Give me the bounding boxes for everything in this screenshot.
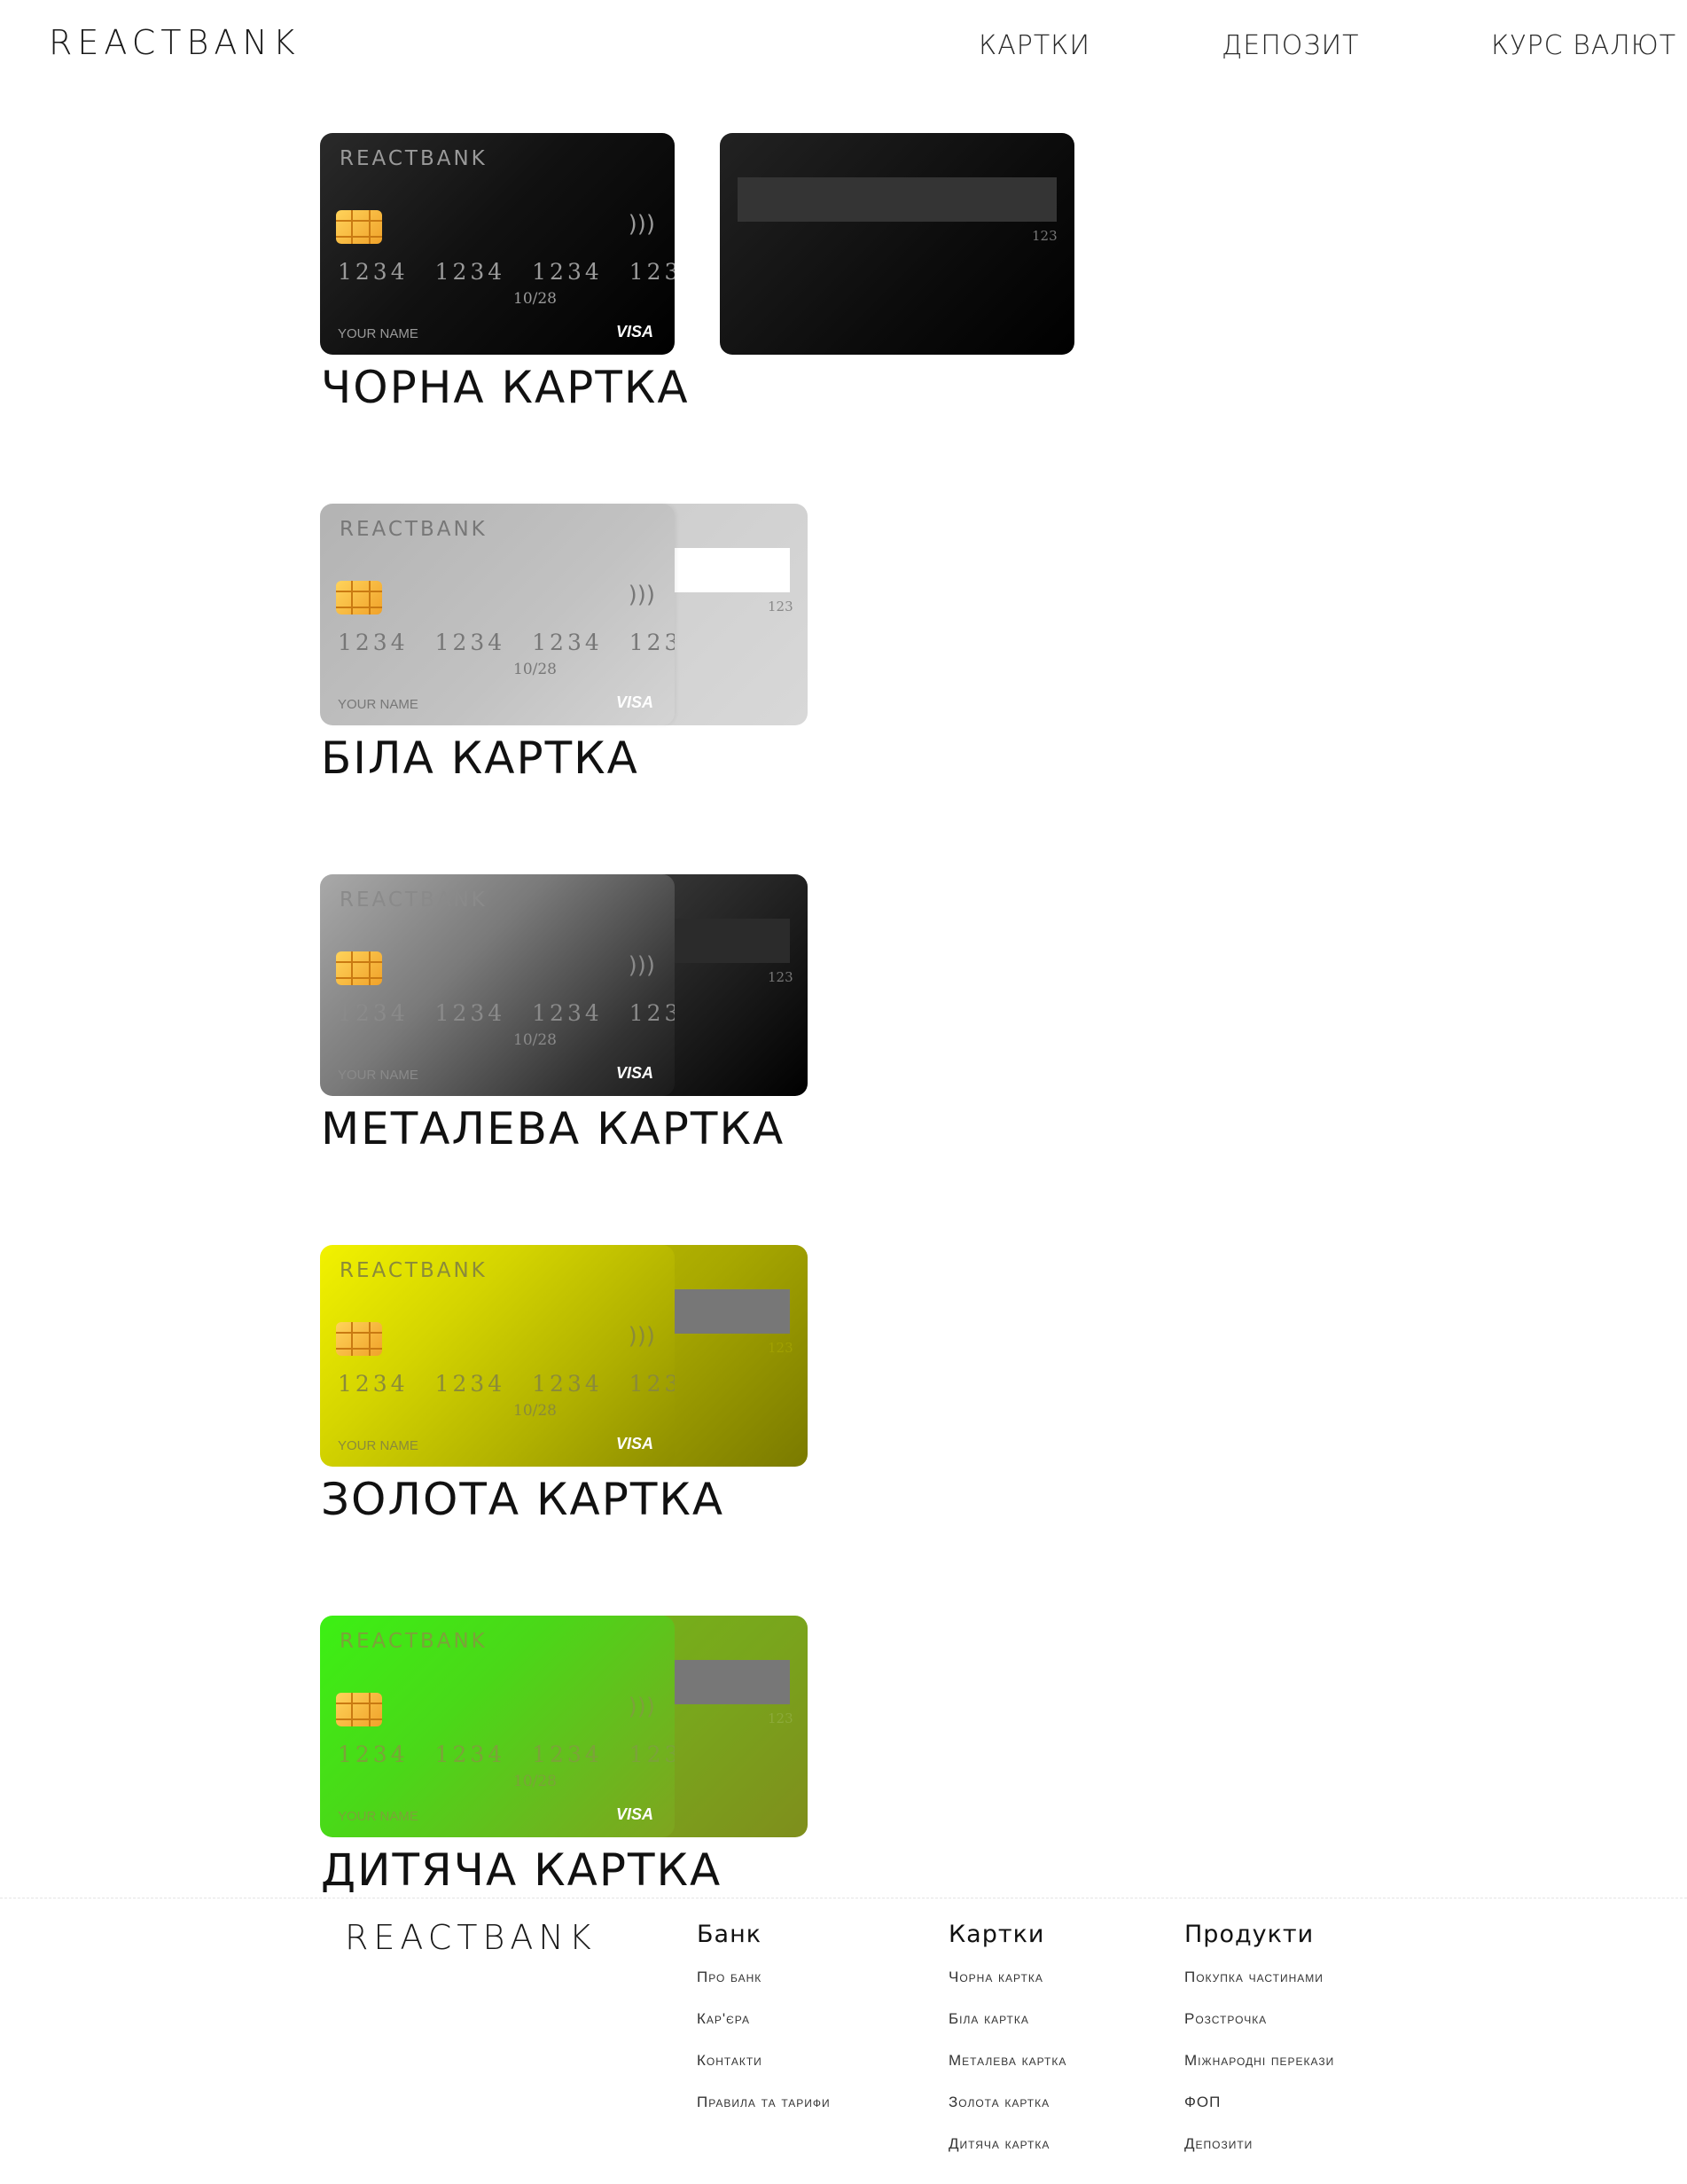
footer-link-installments[interactable]: Покупка частинами	[1184, 1966, 1334, 2008]
contactless-icon: )))	[628, 1694, 655, 1720]
card-title: ДИТЯЧА КАРТКА	[321, 1844, 722, 1896]
card-number: 1234 1234 1234 1234	[338, 1742, 675, 1767]
signature-stripe	[675, 548, 790, 592]
card-expiry: 10/28	[513, 1402, 557, 1420]
card-section-kids: REACTBANK ))) 1234 1234 1234 1234 10/28 …	[320, 1616, 1118, 1908]
visa-logo: VISA	[615, 1805, 653, 1823]
footer-link-credit-plan[interactable]: Розстрочка	[1184, 2008, 1334, 2049]
footer-column-bank: Банк Про банк Кар'єра Контакти Правила т…	[697, 1921, 831, 2133]
footer-link-kids-card[interactable]: Дитяча картка	[949, 2133, 1066, 2174]
footer-link-fop[interactable]: ФОП	[1184, 2091, 1334, 2133]
card-cvv: 123	[1032, 228, 1058, 244]
footer-link-about[interactable]: Про банк	[697, 1966, 831, 2008]
visa-logo: VISA	[615, 1064, 653, 1082]
card-title: ЧОРНА КАРТКА	[321, 362, 690, 413]
card-number: 1234 1234 1234 1234	[338, 259, 675, 285]
card-number: 1234 1234 1234 1234	[338, 630, 675, 655]
signature-stripe	[675, 919, 790, 963]
chip-icon	[336, 951, 382, 985]
chip-icon	[336, 210, 382, 244]
footer-link-white-card[interactable]: Біла картка	[949, 2008, 1066, 2049]
footer-link-metal-card[interactable]: Металева картка	[949, 2049, 1066, 2091]
signature-stripe	[675, 1289, 790, 1334]
visa-logo: VISA	[615, 1435, 653, 1452]
footer-link-gold-card[interactable]: Золота картка	[949, 2091, 1066, 2133]
card-front[interactable]: REACTBANK ))) 1234 1234 1234 1234 10/28 …	[320, 1616, 675, 1837]
chip-icon	[336, 1322, 382, 1356]
card-bank-name: REACTBANK	[340, 518, 488, 541]
signature-stripe	[738, 177, 1057, 222]
footer-column-products: Продукти Покупка частинами Розстрочка Мі…	[1184, 1921, 1334, 2174]
card-cvv: 123	[768, 599, 793, 614]
footer-heading: Картки	[949, 1921, 1045, 1948]
card-front[interactable]: REACTBANK ))) 1234 1234 1234 1234 10/28 …	[320, 133, 675, 355]
card-bank-name: REACTBANK	[340, 1259, 488, 1282]
card-back[interactable]: 123	[720, 133, 1074, 355]
card-holder: YOUR NAME	[338, 1438, 418, 1453]
card-holder: YOUR NAME	[338, 1068, 418, 1083]
footer-link-transfers[interactable]: Міжнародні перекази	[1184, 2049, 1334, 2091]
card-holder: YOUR NAME	[338, 1809, 418, 1824]
signature-stripe	[675, 1660, 790, 1704]
contactless-icon: )))	[628, 952, 655, 979]
card-title: МЕТАЛЕВА КАРТКА	[321, 1103, 785, 1155]
footer-link-contacts[interactable]: Контакти	[697, 2049, 831, 2091]
footer-link-deposits[interactable]: Депозити	[1184, 2133, 1334, 2174]
contactless-icon: )))	[628, 1323, 655, 1350]
visa-logo: VISA	[615, 323, 653, 341]
site-header: REACTBANK КАРТКИ ДЕПОЗИТ КУРС ВАЛЮТ	[0, 0, 1687, 98]
card-cvv: 123	[768, 969, 793, 985]
nav-exchange-rates-link[interactable]: КУРС ВАЛЮТ	[1491, 30, 1676, 61]
card-section-white: REACTBANK ))) 1234 1234 1234 1234 10/28 …	[320, 504, 1118, 796]
card-section-black: REACTBANK ))) 1234 1234 1234 1234 10/28 …	[320, 133, 1118, 426]
card-front[interactable]: REACTBANK ))) 1234 1234 1234 1234 10/28 …	[320, 1245, 675, 1467]
footer-heading: Продукти	[1184, 1921, 1315, 1948]
header-logo[interactable]: REACTBANK	[49, 23, 301, 62]
card-expiry: 10/28	[513, 661, 557, 678]
card-title: ЗОЛОТА КАРТКА	[321, 1474, 725, 1525]
card-expiry: 10/28	[513, 290, 557, 308]
card-expiry: 10/28	[513, 1773, 557, 1790]
footer-column-cards: Картки Чорна картка Біла картка Металева…	[949, 1921, 1066, 2174]
card-cvv: 123	[768, 1710, 793, 1726]
chip-icon	[336, 581, 382, 614]
footer-link-rules[interactable]: Правила та тарифи	[697, 2091, 831, 2133]
card-cvv: 123	[768, 1340, 793, 1356]
nav-cards-link[interactable]: КАРТКИ	[979, 30, 1090, 61]
card-holder: YOUR NAME	[338, 326, 418, 341]
nav-deposit-link[interactable]: ДЕПОЗИТ	[1222, 30, 1359, 61]
card-number: 1234 1234 1234 1234	[338, 1371, 675, 1397]
card-title: БІЛА КАРТКА	[321, 732, 639, 784]
card-number: 1234 1234 1234 1234	[338, 1000, 675, 1026]
card-bank-name: REACTBANK	[340, 1630, 488, 1653]
contactless-icon: )))	[628, 582, 655, 608]
card-holder: YOUR NAME	[338, 697, 418, 712]
footer-link-career[interactable]: Кар'єра	[697, 2008, 831, 2049]
footer-logo[interactable]: REACTBANK	[345, 1918, 597, 1957]
card-bank-name: REACTBANK	[340, 888, 488, 912]
visa-logo: VISA	[615, 693, 653, 711]
card-section-gold: REACTBANK ))) 1234 1234 1234 1234 10/28 …	[320, 1245, 1118, 1538]
footer-link-black-card[interactable]: Чорна картка	[949, 1966, 1066, 2008]
card-front[interactable]: REACTBANK ))) 1234 1234 1234 1234 10/28 …	[320, 874, 675, 1096]
card-section-metal: REACTBANK ))) 1234 1234 1234 1234 10/28 …	[320, 874, 1118, 1167]
card-front[interactable]: REACTBANK ))) 1234 1234 1234 1234 10/28 …	[320, 504, 675, 725]
footer-heading: Банк	[697, 1921, 762, 1948]
card-bank-name: REACTBANK	[340, 147, 488, 170]
card-expiry: 10/28	[513, 1031, 557, 1049]
chip-icon	[336, 1693, 382, 1726]
contactless-icon: )))	[628, 211, 655, 238]
